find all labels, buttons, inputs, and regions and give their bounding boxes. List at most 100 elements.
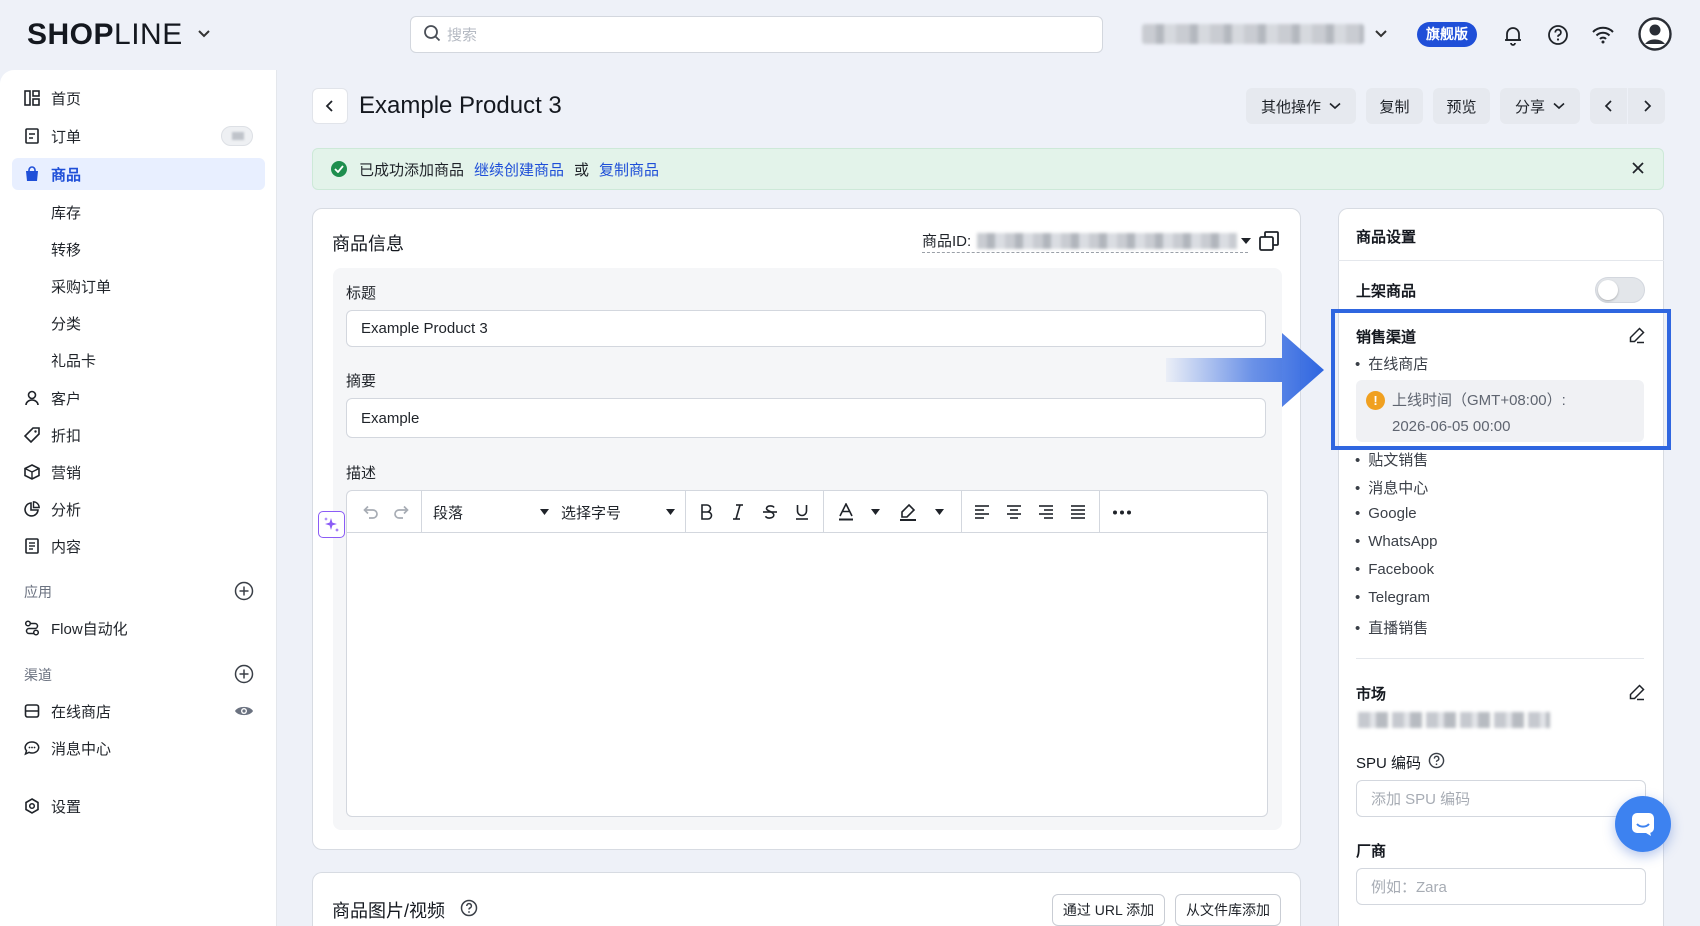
chevron-down-icon[interactable] bbox=[197, 26, 211, 44]
channel-item: Google bbox=[1355, 505, 1416, 522]
sidebar-subitem-purchase-orders[interactable]: 采购订单 bbox=[51, 271, 111, 301]
product-id[interactable]: 商品ID: bbox=[922, 230, 1252, 251]
align-justify-icon[interactable] bbox=[1065, 491, 1091, 533]
align-center-icon[interactable] bbox=[1001, 491, 1027, 533]
sidebar-item-online-store[interactable]: 在线商店 bbox=[12, 695, 265, 727]
chevron-down-icon[interactable] bbox=[1374, 26, 1388, 43]
search-placeholder: 搜索 bbox=[447, 27, 478, 44]
sidebar-item-products[interactable]: 商品 bbox=[12, 158, 265, 190]
italic-icon[interactable] bbox=[725, 491, 751, 533]
help-icon[interactable] bbox=[460, 899, 478, 921]
sidebar-item-home[interactable]: 首页 bbox=[12, 82, 265, 114]
media-heading: 商品图片/视频 bbox=[332, 901, 446, 921]
sidebar-item-label: 营销 bbox=[51, 464, 82, 482]
duplicate-button[interactable]: 复制 bbox=[1366, 88, 1423, 124]
divider bbox=[1338, 260, 1664, 261]
channel-item: 直播销售 bbox=[1355, 617, 1428, 638]
sidebar-subitem-inventory[interactable]: 库存 bbox=[51, 197, 81, 227]
eye-icon[interactable] bbox=[234, 704, 254, 722]
previous-product-button[interactable] bbox=[1590, 88, 1627, 124]
more-actions-button[interactable]: 其他操作 bbox=[1246, 88, 1356, 124]
help-icon[interactable] bbox=[1545, 22, 1571, 48]
add-via-url-button[interactable]: 通过 URL 添加 bbox=[1052, 894, 1165, 926]
help-icon[interactable] bbox=[1428, 752, 1445, 773]
sidebar-subitem-transfers[interactable]: 转移 bbox=[51, 234, 81, 264]
chevron-left-icon bbox=[1604, 100, 1612, 112]
underline-icon[interactable] bbox=[789, 491, 815, 533]
more-options-icon[interactable] bbox=[1107, 491, 1137, 533]
store-name-redacted[interactable] bbox=[1142, 24, 1364, 44]
gear-icon bbox=[24, 798, 40, 814]
sidebar-subitem-gift-cards[interactable]: 礼品卡 bbox=[51, 345, 96, 375]
editor-toolbar: 段落 选择字号 bbox=[347, 491, 1267, 533]
back-button[interactable] bbox=[312, 88, 348, 124]
sidebar-item-label: 订单 bbox=[51, 128, 82, 146]
sidebar-item-analytics[interactable]: 分析 bbox=[12, 493, 265, 525]
sidebar-item-settings[interactable]: 设置 bbox=[12, 790, 265, 822]
paragraph-label: 段落 bbox=[433, 504, 464, 522]
caret-down-icon[interactable] bbox=[867, 491, 883, 533]
align-right-icon[interactable] bbox=[1033, 491, 1059, 533]
copy-icon[interactable] bbox=[1258, 230, 1280, 256]
description-editor[interactable]: 段落 选择字号 bbox=[346, 490, 1268, 817]
search-input[interactable]: 搜索 bbox=[410, 16, 1103, 53]
chat-support-button[interactable] bbox=[1615, 796, 1671, 852]
highlight-box bbox=[1331, 309, 1671, 450]
chevron-right-icon bbox=[1643, 100, 1651, 112]
summary-label: 摘要 bbox=[346, 373, 377, 390]
redo-icon[interactable] bbox=[389, 491, 415, 533]
summary-input[interactable]: Example bbox=[346, 398, 1266, 438]
logo-bold: SHOP bbox=[27, 18, 115, 51]
paragraph-select[interactable]: 段落 bbox=[433, 491, 553, 533]
channel-item: WhatsApp bbox=[1355, 533, 1437, 550]
continue-create-link[interactable]: 继续创建商品 bbox=[474, 159, 564, 180]
wifi-icon[interactable] bbox=[1590, 22, 1616, 48]
vendor-input[interactable]: 例如：Zara bbox=[1356, 868, 1646, 905]
add-channel-icon[interactable] bbox=[234, 664, 254, 684]
sidebar-item-content[interactable]: 内容 bbox=[12, 530, 265, 562]
bell-icon[interactable] bbox=[1500, 22, 1526, 48]
product-id-redacted bbox=[977, 232, 1238, 249]
sidebar-item-customers[interactable]: 客户 bbox=[12, 382, 265, 414]
sidebar-item-orders[interactable]: 订单 bbox=[12, 120, 265, 152]
title-input[interactable]: Example Product 3 bbox=[346, 310, 1266, 347]
sidebar-item-discounts[interactable]: 折扣 bbox=[12, 419, 265, 451]
highlight-icon[interactable] bbox=[893, 491, 923, 533]
close-icon[interactable] bbox=[1631, 161, 1645, 179]
sidebar-item-label: Flow自动化 bbox=[51, 620, 128, 638]
plan-badge: 旗舰版 bbox=[1417, 22, 1477, 47]
bold-icon[interactable] bbox=[693, 491, 719, 533]
preview-button[interactable]: 预览 bbox=[1433, 88, 1490, 124]
sidebar-item-message-center[interactable]: 消息中心 bbox=[12, 732, 265, 764]
strikethrough-icon[interactable] bbox=[757, 491, 783, 533]
sidebar-item-label: 首页 bbox=[51, 90, 82, 108]
ai-sparkle-button[interactable] bbox=[318, 511, 345, 538]
caret-down-icon bbox=[1241, 237, 1252, 244]
add-app-icon[interactable] bbox=[234, 581, 254, 601]
text-color-icon[interactable] bbox=[831, 491, 861, 533]
banner-message: 已成功添加商品 bbox=[359, 161, 465, 179]
next-product-button[interactable] bbox=[1628, 88, 1665, 124]
caret-down-icon[interactable] bbox=[931, 491, 947, 533]
sidebar-item-marketing[interactable]: 营销 bbox=[12, 456, 265, 488]
cube-icon bbox=[24, 464, 40, 480]
vendor-label: 厂商 bbox=[1356, 843, 1387, 860]
sidebar-subitem-categories[interactable]: 分类 bbox=[51, 308, 81, 338]
share-button[interactable]: 分享 bbox=[1500, 88, 1580, 124]
chevron-left-icon bbox=[325, 100, 333, 112]
font-size-select[interactable]: 选择字号 bbox=[561, 491, 679, 533]
copy-product-link[interactable]: 复制商品 bbox=[599, 159, 659, 180]
bag-icon bbox=[24, 166, 40, 182]
sidebar-item-flow[interactable]: Flow自动化 bbox=[12, 612, 265, 644]
add-from-library-button[interactable]: 从文件库添加 bbox=[1175, 894, 1281, 926]
shopline-logo[interactable]: SHOP LINE bbox=[27, 18, 211, 52]
publish-toggle[interactable] bbox=[1595, 277, 1645, 303]
sidebar-item-label: 消息中心 bbox=[51, 740, 112, 758]
edit-icon[interactable] bbox=[1628, 683, 1646, 701]
align-left-icon[interactable] bbox=[969, 491, 995, 533]
avatar[interactable] bbox=[1638, 17, 1672, 51]
store-icon bbox=[24, 703, 40, 719]
spu-input[interactable]: 添加 SPU 编码 bbox=[1356, 780, 1646, 817]
undo-icon[interactable] bbox=[357, 491, 383, 533]
spu-label: SPU 编码 bbox=[1356, 752, 1421, 773]
